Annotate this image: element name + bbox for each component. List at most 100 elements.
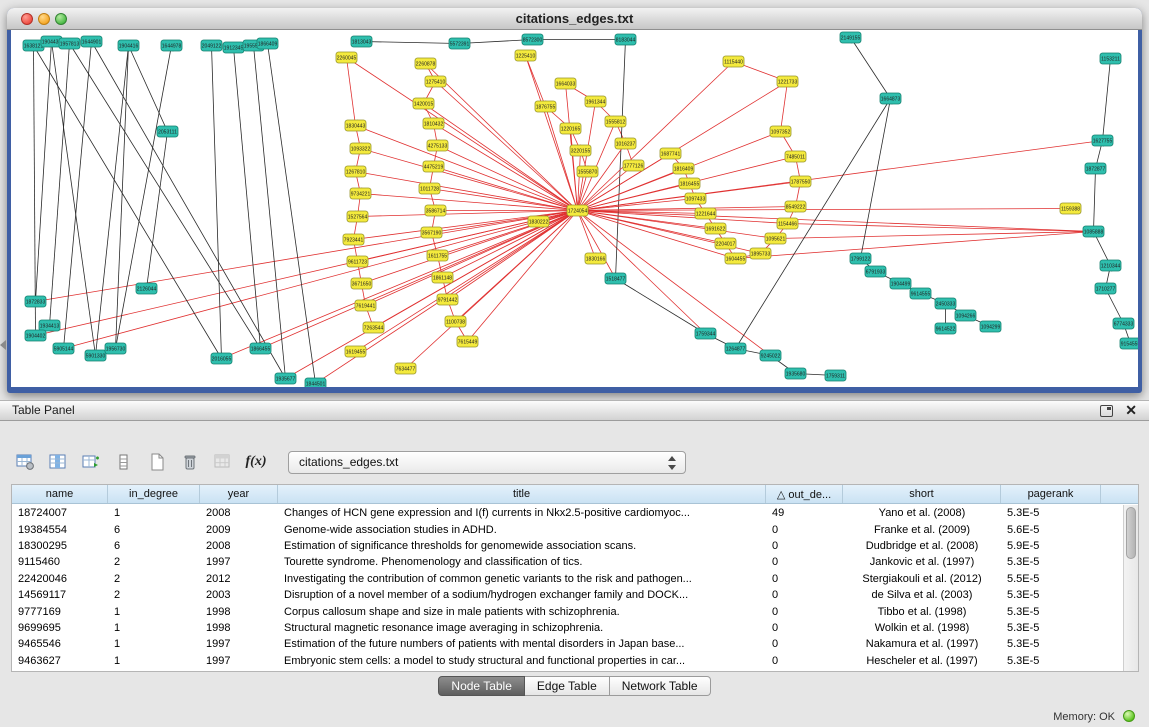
graph-edge[interactable] bbox=[356, 172, 578, 211]
table-cell[interactable]: 5.3E-5 bbox=[1001, 556, 1101, 568]
delete-row-icon[interactable] bbox=[177, 450, 203, 474]
graph-edge[interactable] bbox=[52, 42, 96, 356]
table-row[interactable]: 969969511998Structural magnetic resonanc… bbox=[12, 620, 1123, 636]
table-cell[interactable]: 19384554 bbox=[12, 524, 108, 536]
table-cell[interactable]: 5.9E-5 bbox=[1001, 540, 1101, 552]
graph-edge[interactable] bbox=[616, 279, 706, 334]
column-header-title[interactable]: title bbox=[278, 485, 766, 503]
table-cell[interactable]: Structural magnetic resonance image aver… bbox=[278, 622, 766, 634]
row-height-icon[interactable] bbox=[111, 450, 137, 474]
table-cell[interactable]: 1 bbox=[108, 507, 200, 519]
tab-edge-table[interactable]: Edge Table bbox=[525, 676, 610, 696]
table-cell[interactable]: Corpus callosum shape and size in male p… bbox=[278, 606, 766, 618]
graph-edge[interactable] bbox=[356, 126, 578, 211]
table-cell[interactable]: Tibbo et al. (1998) bbox=[843, 606, 1001, 618]
table-cell[interactable]: 9777169 bbox=[12, 606, 108, 618]
graph-edge[interactable] bbox=[34, 46, 36, 336]
column-header-pagerank[interactable]: pagerank bbox=[1001, 485, 1101, 503]
table-cell[interactable]: 1 bbox=[108, 606, 200, 618]
add-column-icon[interactable] bbox=[78, 450, 104, 474]
table-cell[interactable]: Jankovic et al. (1997) bbox=[843, 556, 1001, 568]
table-cell[interactable]: 1997 bbox=[200, 655, 278, 667]
table-cell[interactable]: 0 bbox=[766, 524, 843, 536]
table-cell[interactable]: 0 bbox=[766, 540, 843, 552]
table-cell[interactable]: 5.3E-5 bbox=[1001, 655, 1101, 667]
table-cell[interactable]: Changes of HCN gene expression and I(f) … bbox=[278, 507, 766, 519]
graph-edge[interactable] bbox=[1094, 169, 1096, 232]
table-cell[interactable]: 1997 bbox=[200, 556, 278, 568]
table-cell[interactable]: 0 bbox=[766, 573, 843, 585]
graph-edge[interactable] bbox=[434, 167, 578, 211]
table-cell[interactable]: 22420046 bbox=[12, 573, 108, 585]
graph-edge[interactable] bbox=[222, 211, 578, 359]
column-header-in_degree[interactable]: in_degree bbox=[108, 485, 200, 503]
table-mode-icon[interactable] bbox=[12, 450, 38, 474]
graph-edge[interactable] bbox=[212, 46, 222, 359]
table-cell[interactable]: 1 bbox=[108, 622, 200, 634]
graph-edge[interactable] bbox=[788, 224, 1094, 232]
panel-close-button[interactable]: ✕ bbox=[1125, 402, 1137, 419]
table-cell[interactable]: 49 bbox=[766, 507, 843, 519]
table-cell[interactable]: 18300295 bbox=[12, 540, 108, 552]
table-row[interactable]: 1456911722003Disruption of a novel membe… bbox=[12, 587, 1123, 603]
graph-edge[interactable] bbox=[34, 46, 222, 359]
graph-edge[interactable] bbox=[526, 56, 546, 107]
column-header-name[interactable]: name bbox=[12, 485, 108, 503]
table-cell[interactable]: 9115460 bbox=[12, 556, 108, 568]
float-panel-button[interactable] bbox=[1100, 405, 1113, 417]
graph-edge[interactable] bbox=[468, 211, 578, 342]
table-cell[interactable]: Franke et al. (2009) bbox=[843, 524, 1001, 536]
table-cell[interactable]: 5.3E-5 bbox=[1001, 638, 1101, 650]
table-cell[interactable]: Nakamura et al. (1997) bbox=[843, 638, 1001, 650]
graph-edge[interactable] bbox=[36, 42, 52, 302]
table-cell[interactable]: 5.3E-5 bbox=[1001, 507, 1101, 519]
table-cell[interactable]: 5.5E-5 bbox=[1001, 573, 1101, 585]
table-cell[interactable]: 2009 bbox=[200, 524, 278, 536]
table-cell[interactable]: 0 bbox=[766, 638, 843, 650]
table-cell[interactable]: 2008 bbox=[200, 507, 278, 519]
table-cell[interactable]: Estimation of the future numbers of pati… bbox=[278, 638, 766, 650]
table-row[interactable]: 1830029562008Estimation of significance … bbox=[12, 538, 1123, 554]
column-header-out_de[interactable]: △ out_de... bbox=[766, 485, 843, 503]
table-cell[interactable]: Genome-wide association studies in ADHD. bbox=[278, 524, 766, 536]
graph-edge[interactable] bbox=[64, 211, 578, 349]
table-cell[interactable]: 2003 bbox=[200, 589, 278, 601]
graph-edge[interactable] bbox=[254, 46, 286, 379]
table-cell[interactable]: 2008 bbox=[200, 540, 278, 552]
graph-edge[interactable] bbox=[361, 194, 578, 211]
table-cell[interactable]: Disruption of a novel member of a sodium… bbox=[278, 589, 766, 601]
table-row[interactable]: 946554611997Estimation of the future num… bbox=[12, 636, 1123, 652]
graph-edge[interactable] bbox=[70, 44, 261, 349]
table-cell[interactable]: 0 bbox=[766, 622, 843, 634]
table-cell[interactable]: 9465546 bbox=[12, 638, 108, 650]
table-cell[interactable]: 2 bbox=[108, 556, 200, 568]
table-cell[interactable]: 9463627 bbox=[12, 655, 108, 667]
table-cell[interactable]: Hescheler et al. (1997) bbox=[843, 655, 1001, 667]
graph-edge[interactable] bbox=[1103, 59, 1111, 141]
graph-svg[interactable]: 1724054226004522608781275410142001518104… bbox=[11, 30, 1138, 387]
table-cell[interactable]: 5.3E-5 bbox=[1001, 606, 1101, 618]
table-row[interactable]: 911546021997Tourette syndrome. Phenomeno… bbox=[12, 554, 1123, 570]
graph-edge[interactable] bbox=[234, 48, 261, 349]
scrollbar-thumb[interactable] bbox=[1126, 507, 1136, 559]
column-header-year[interactable]: year bbox=[200, 485, 278, 503]
table-selector-dropdown[interactable]: citations_edges.txt bbox=[288, 451, 686, 474]
graph-edge[interactable] bbox=[356, 211, 578, 352]
graph-edge[interactable] bbox=[116, 46, 129, 349]
graph-edge[interactable] bbox=[347, 58, 578, 211]
tab-node-table[interactable]: Node Table bbox=[438, 676, 525, 696]
graph-edge[interactable] bbox=[424, 104, 578, 211]
west-panel-collapse-arrow[interactable] bbox=[0, 340, 6, 350]
table-cell[interactable]: Tourette syndrome. Phenomenology and cla… bbox=[278, 556, 766, 568]
table-row[interactable]: 1938455462009Genome-wide association stu… bbox=[12, 521, 1123, 537]
window-titlebar[interactable]: citations_edges.txt bbox=[7, 8, 1142, 30]
graph-edge[interactable] bbox=[781, 82, 788, 132]
graph-edge[interactable] bbox=[578, 62, 734, 211]
table-cell[interactable]: 1 bbox=[108, 638, 200, 650]
table-cell[interactable]: 18724007 bbox=[12, 507, 108, 519]
table-cell[interactable]: Wolkin et al. (1998) bbox=[843, 622, 1001, 634]
table-cell[interactable]: 1998 bbox=[200, 606, 278, 618]
table-cell[interactable]: Estimation of significance thresholds fo… bbox=[278, 540, 766, 552]
table-cell[interactable]: Yano et al. (2008) bbox=[843, 507, 1001, 519]
graph-edge[interactable] bbox=[460, 40, 533, 44]
